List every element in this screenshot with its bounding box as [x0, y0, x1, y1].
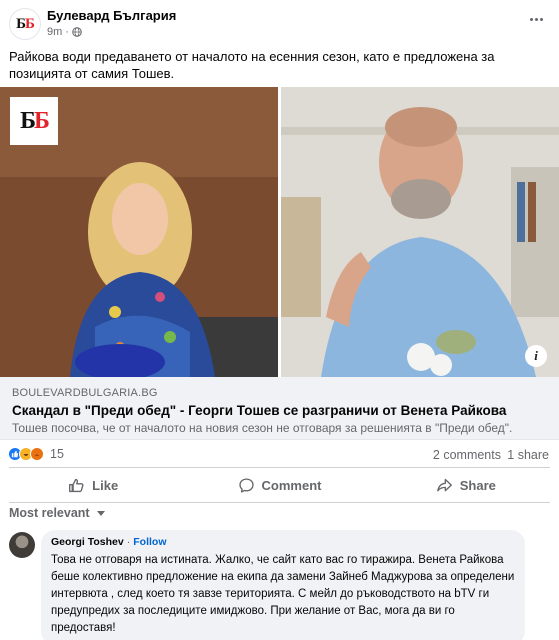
post-image[interactable]: ББ i — [0, 87, 559, 377]
angry-reaction-icon — [30, 447, 44, 461]
page-avatar[interactable]: ББ — [9, 8, 41, 40]
like-button[interactable]: Like — [0, 469, 186, 501]
comment-icon — [238, 477, 254, 493]
comment-button[interactable]: Comment — [186, 469, 372, 501]
share-label: Share — [459, 477, 496, 493]
like-icon — [69, 478, 84, 492]
logo-letter-red: Б — [25, 15, 35, 32]
comment-bubble: Georgi Toshev · Follow Това не отговаря … — [41, 530, 525, 640]
info-icon[interactable]: i — [525, 345, 547, 367]
more-dot-icon — [529, 17, 533, 21]
share-button[interactable]: Share — [373, 469, 559, 501]
link-description: Тошев посочва, че от началото на новия с… — [12, 421, 513, 435]
comment-separator: · — [126, 536, 131, 548]
more-dot-icon — [539, 17, 543, 21]
post-actions: Like Comment Share — [0, 469, 559, 501]
post-meta: 9m · — [47, 26, 82, 38]
post-header: ББ Булевард България 9m · — [0, 0, 559, 44]
follow-button[interactable]: Follow — [133, 536, 166, 548]
man-illustration — [281, 87, 559, 377]
logo-letter-black: Б — [20, 107, 36, 134]
like-label: Like — [92, 477, 119, 493]
comment-header: Georgi Toshev · Follow — [51, 536, 515, 548]
comments-sort-dropdown[interactable]: Most relevant — [9, 506, 105, 520]
shares-count[interactable]: 1 share — [507, 448, 549, 462]
logo-letter-red: Б — [34, 107, 50, 134]
watermark-logo: ББ — [10, 97, 58, 145]
logo-letter-black: Б — [16, 15, 26, 32]
comment-text: Това не отговаря на истината. Жалко, че … — [51, 554, 515, 634]
globe-icon — [72, 27, 82, 37]
share-icon — [436, 478, 452, 491]
post-stats: 15 2 comments 1 share — [0, 444, 559, 466]
post-text: Райкова води предаването от началото на … — [9, 49, 495, 81]
divider — [9, 467, 550, 468]
more-dot-icon — [534, 17, 538, 21]
reaction-count: 15 — [50, 447, 64, 461]
more-options-button[interactable] — [527, 12, 545, 26]
link-preview[interactable]: BOULEVARDBULGARIA.BG Скандал в "Преди об… — [0, 377, 559, 440]
link-title[interactable]: Скандал в "Преди обед" - Георги Тошев се… — [12, 403, 506, 418]
avatar[interactable] — [9, 532, 35, 558]
comment-label: Comment — [261, 477, 322, 493]
link-domain: BOULEVARDBULGARIA.BG — [12, 387, 158, 399]
post-time[interactable]: 9m — [47, 26, 62, 38]
photo-right — [281, 87, 559, 377]
meta-separator: · — [65, 26, 69, 38]
page-name[interactable]: Булевард България — [47, 8, 176, 23]
reactions-summary[interactable]: 15 — [8, 447, 64, 461]
comments-count[interactable]: 2 comments — [433, 448, 501, 462]
chevron-down-icon — [96, 510, 105, 516]
sort-label: Most relevant — [9, 506, 90, 520]
comment-author[interactable]: Georgi Toshev — [51, 536, 124, 548]
divider — [9, 502, 550, 503]
photo-left: ББ — [0, 87, 278, 377]
